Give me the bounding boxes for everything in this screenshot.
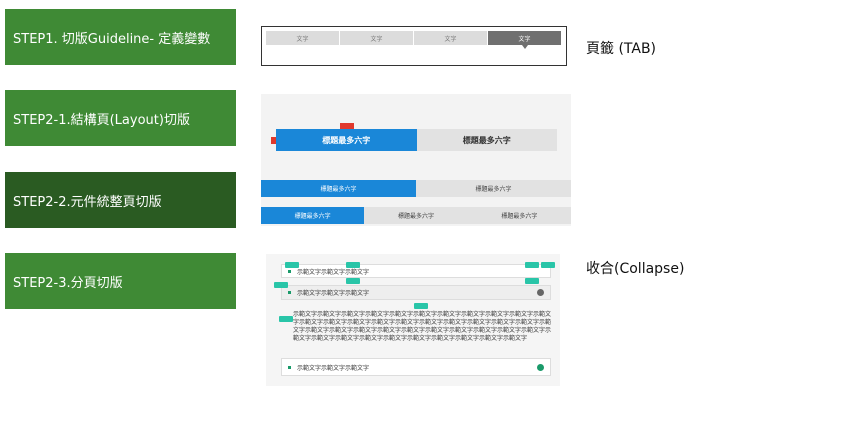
collapse-item-label: 示範文字示範文字示範文字 [297, 290, 370, 297]
collapse-item[interactable]: 示範文字示範文字示範文字 [281, 358, 551, 376]
bullet-icon [288, 269, 291, 273]
collapse-body-text: 示範文字示範文字示範文字示範文字示範文字示範文字示範文字示範文字示範文字示範文字… [293, 311, 552, 342]
tab[interactable]: 標題最多六字 [416, 180, 571, 197]
big-tab-bar: 標題最多六字 標題最多六字 [276, 129, 557, 151]
bullet-icon [288, 365, 291, 369]
tab-item-active[interactable]: 文字 [488, 31, 562, 49]
step2-2-button[interactable]: STEP2-2.元件統整頁切版 [5, 172, 236, 228]
spacing-tag [525, 262, 539, 268]
collapse-preview: 示範文字示範文字示範文字 示範文字示範文字示範文字 示範文字示範文字示範文字示範… [266, 254, 560, 386]
tab-preview: 文字 文字 文字 文字 [261, 26, 567, 66]
tab-item[interactable]: 文字 [414, 31, 488, 45]
layout-preview: 標題最多六字 標題最多六字 標題最多六字 標題最多六字 標題最多六字 標題最多六… [261, 94, 571, 226]
tab-item[interactable]: 文字 [266, 31, 340, 45]
collapse-item-label: 示範文字示範文字示範文字 [297, 364, 370, 372]
tab[interactable]: 標題最多六字 [467, 207, 571, 224]
spacing-tag [274, 282, 288, 288]
tab-item[interactable]: 文字 [340, 31, 414, 45]
collapse-item-open[interactable]: 示範文字示範文字示範文字 [281, 285, 551, 300]
big-tab[interactable]: 標題最多六字 [416, 129, 557, 151]
spacing-tag [279, 316, 293, 322]
spacing-tag [346, 278, 360, 284]
tab-label: 頁籤 (TAB) [586, 41, 657, 57]
collapse-arrow-icon[interactable] [537, 289, 544, 296]
tab-row-two: 標題最多六字 標題最多六字 [261, 180, 571, 197]
tab-active[interactable]: 標題最多六字 [261, 180, 416, 197]
collapse-label: 收合(Collapse) [586, 261, 685, 277]
step1-button[interactable]: STEP1. 切版Guideline- 定義變數 [5, 9, 236, 65]
tab-active[interactable]: 標題最多六字 [261, 207, 365, 224]
spacing-tag [414, 303, 428, 309]
bullet-icon [288, 291, 291, 294]
tab-strip: 文字 文字 文字 文字 [266, 31, 562, 49]
big-tab-active[interactable]: 標題最多六字 [276, 129, 417, 151]
spacing-tag [285, 262, 299, 268]
step2-1-button[interactable]: STEP2-1.結構頁(Layout)切版 [5, 90, 236, 146]
collapse-item[interactable]: 示範文字示範文字示範文字 [281, 264, 551, 278]
tab[interactable]: 標題最多六字 [364, 207, 468, 224]
tab-row-three: 標題最多六字 標題最多六字 標題最多六字 [261, 207, 571, 224]
spacing-tag [346, 262, 360, 268]
step2-3-button[interactable]: STEP2-3.分頁切版 [5, 253, 236, 309]
expand-arrow-icon[interactable] [537, 363, 544, 371]
spacing-tag [525, 278, 539, 284]
spacing-tag [541, 262, 555, 268]
